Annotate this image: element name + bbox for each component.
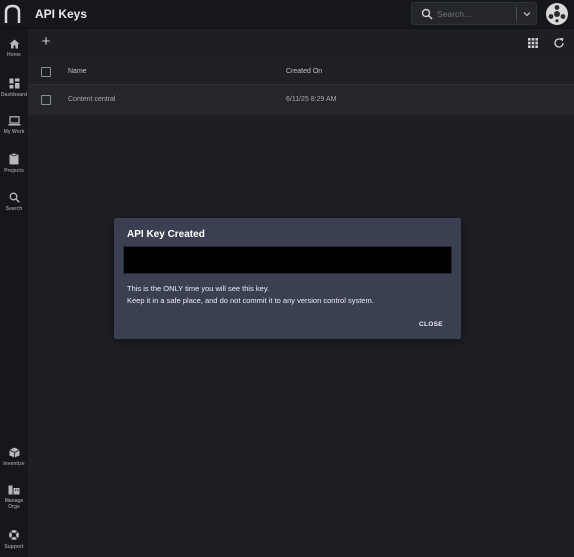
- column-header-name[interactable]: Name: [68, 68, 87, 75]
- api-keys-table: Name Created On Content central 6/11/25 …: [28, 58, 574, 115]
- select-all-checkbox[interactable]: [41, 67, 51, 77]
- search-icon: [421, 8, 433, 20]
- row-name: Content central: [68, 96, 116, 103]
- api-key-created-dialog: API Key Created This is the ONLY time yo…: [114, 218, 461, 339]
- sidebar-item-label: Home: [7, 52, 21, 58]
- table-header: Name Created On: [28, 58, 574, 85]
- row-created-on: 6/11/25 8:29 AM: [286, 96, 337, 103]
- lifebuoy-icon: [9, 530, 19, 540]
- brand-arch-icon[interactable]: [4, 4, 21, 24]
- sidebar-item-label: My Work: [3, 129, 25, 135]
- dashboard-icon: [9, 78, 19, 89]
- column-header-created-on[interactable]: Created On: [286, 68, 322, 75]
- clipboard-icon: [9, 153, 19, 165]
- chevron-down-icon[interactable]: [521, 8, 533, 20]
- sidebar-item-my-work[interactable]: My Work: [0, 116, 28, 135]
- search-input[interactable]: [437, 6, 509, 22]
- laptop-icon: [8, 116, 20, 126]
- sidebar-item-label: Search: [5, 206, 23, 212]
- top-bar: API Keys: [0, 0, 574, 29]
- table-row[interactable]: Content central 6/11/25 8:29 AM: [28, 85, 574, 115]
- home-icon: [9, 39, 19, 49]
- add-key-button[interactable]: +: [40, 34, 52, 49]
- sidebar: Home Dashboard My Work Projects Search I…: [0, 29, 28, 557]
- sidebar-item-label: Inventize: [3, 461, 25, 467]
- content-toolbar: +: [28, 29, 574, 58]
- search-box[interactable]: [411, 2, 537, 25]
- close-button[interactable]: CLOSE: [419, 321, 443, 328]
- grid-view-icon[interactable]: [528, 38, 538, 48]
- sidebar-item-projects[interactable]: Projects: [0, 153, 28, 174]
- sidebar-item-label: Dashboard: [0, 92, 28, 98]
- dialog-message-line2: Keep it in a safe place, and do not comm…: [127, 296, 374, 305]
- sidebar-item-inventize[interactable]: Inventize: [0, 447, 28, 467]
- search-icon: [9, 192, 20, 203]
- api-key-field[interactable]: [123, 246, 452, 274]
- sidebar-item-label: Projects: [4, 168, 24, 174]
- row-checkbox[interactable]: [41, 95, 51, 105]
- user-avatar-icon[interactable]: [546, 3, 568, 25]
- dialog-title: API Key Created: [127, 229, 205, 240]
- sidebar-item-support[interactable]: Support: [0, 529, 28, 550]
- sidebar-item-home[interactable]: Home: [0, 39, 28, 58]
- sidebar-item-dashboard[interactable]: Dashboard: [0, 78, 28, 98]
- sidebar-item-search[interactable]: Search: [0, 192, 28, 212]
- sidebar-item-label: Manage Orgs: [4, 498, 24, 510]
- refresh-icon[interactable]: [553, 37, 565, 49]
- sidebar-item-manage-orgs[interactable]: Manage Orgs: [0, 485, 28, 510]
- box-icon: [8, 447, 20, 458]
- dialog-message-line1: This is the ONLY time you will see this …: [127, 284, 270, 293]
- page-title: API Keys: [35, 7, 88, 21]
- folder-icon: [8, 485, 20, 495]
- search-divider: [516, 7, 517, 21]
- sidebar-item-label: Support: [4, 544, 24, 550]
